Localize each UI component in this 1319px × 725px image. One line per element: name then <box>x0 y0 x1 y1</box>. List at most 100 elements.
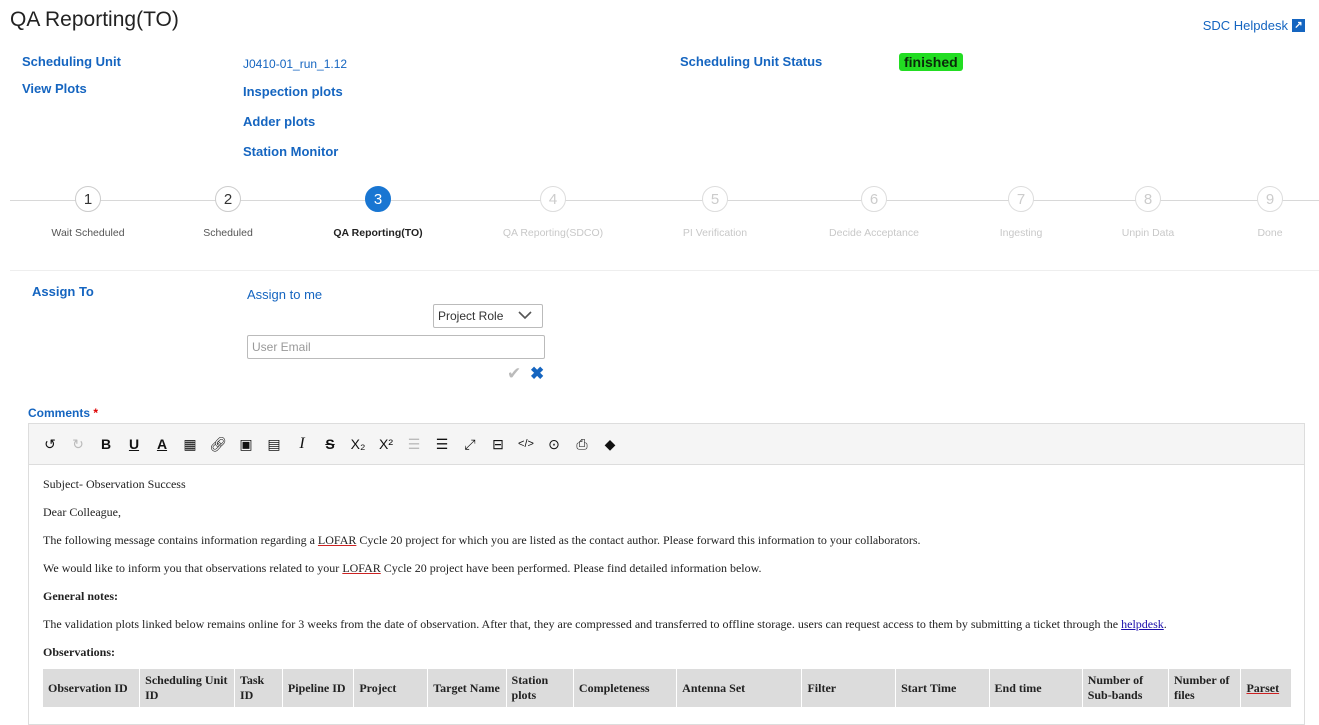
text-segment: Cycle 20 project for which you are liste… <box>356 533 921 547</box>
indent-icon[interactable]: ☰ <box>431 433 453 455</box>
column-header: Station plots <box>506 669 574 707</box>
column-header: Parset <box>1240 669 1292 707</box>
column-header: Completeness <box>573 669 678 707</box>
table-icon[interactable]: ▦ <box>179 433 201 455</box>
step-label: Scheduled <box>203 227 253 239</box>
undo-icon[interactable]: ↺ <box>39 433 61 455</box>
step-label: Done <box>1257 227 1283 239</box>
confirm-check-icon[interactable]: ✔ <box>507 364 521 384</box>
station-monitor-link[interactable]: Station Monitor <box>243 144 338 159</box>
column-header: Number of files <box>1168 669 1242 707</box>
general-notes-heading: General notes: <box>43 589 118 603</box>
step-wait-scheduled[interactable]: 1 Wait Scheduled <box>8 186 168 239</box>
step-label: Decide Acceptance <box>829 227 919 239</box>
text-segment: We would like to inform you that observa… <box>43 561 343 575</box>
table-header-row: Observation ID Scheduling Unit ID Task I… <box>43 669 1292 707</box>
link-icon[interactable]: 🔗︎ <box>207 433 229 455</box>
text-segment: LOFAR <box>342 561 381 575</box>
chevron-down-icon <box>518 308 532 325</box>
project-role-select[interactable]: Project Role <box>433 304 543 328</box>
column-header: Task ID <box>234 669 283 707</box>
italic-icon[interactable]: I <box>291 433 313 455</box>
parset-header: Parset <box>1246 680 1280 695</box>
external-link-icon[interactable]: ↗ <box>1292 19 1305 32</box>
step-number: 7 <box>1008 186 1034 212</box>
step-number: 2 <box>215 186 241 212</box>
code-view-icon[interactable]: </> <box>515 433 537 455</box>
divider <box>10 270 1319 271</box>
step-number: 9 <box>1257 186 1283 212</box>
step-qa-reporting-sdco[interactable]: 4 QA Reporting(SDCO) <box>473 186 633 239</box>
comments-editor[interactable]: Subject- Observation Success Dear Collea… <box>28 465 1305 725</box>
preview-icon[interactable]: ⊙ <box>543 433 565 455</box>
email-subject: Subject- Observation Success <box>43 477 186 491</box>
step-number: 4 <box>540 186 566 212</box>
cancel-x-icon[interactable]: ✖ <box>530 364 544 384</box>
step-label: QA Reporting(SDCO) <box>502 227 604 239</box>
scheduling-unit-status-label: Scheduling Unit Status <box>680 54 823 69</box>
email-paragraph-3: The validation plots linked below remain… <box>43 615 1290 633</box>
column-header: Pipeline ID <box>282 669 355 707</box>
print-icon[interactable]: ⎙ <box>571 433 593 455</box>
comments-label: Comments * <box>28 406 98 420</box>
bold-icon[interactable]: B <box>95 433 117 455</box>
observations-table: Observation ID Scheduling Unit ID Task I… <box>43 669 1292 707</box>
view-plots-label: View Plots <box>22 81 87 96</box>
column-header: Number of Sub-bands <box>1082 669 1170 707</box>
remove-format-icon[interactable]: ◆ <box>599 433 621 455</box>
helpdesk-label[interactable]: SDC Helpdesk <box>1203 18 1288 33</box>
step-done[interactable]: 9 Done <box>1190 186 1319 239</box>
show-blocks-icon[interactable]: ⊟ <box>487 433 509 455</box>
text-segment: Cycle 20 project have been performed. Pl… <box>380 561 762 575</box>
step-pi-verification[interactable]: 5 PI Verification <box>635 186 795 239</box>
superscript-icon[interactable]: X² <box>375 433 397 455</box>
column-header: Antenna Set <box>676 669 803 707</box>
email-paragraph-1: The following message contains informati… <box>43 531 1290 549</box>
step-scheduled[interactable]: 2 Scheduled <box>148 186 308 239</box>
helpdesk-link[interactable]: helpdesk <box>1121 617 1164 631</box>
subscript-icon[interactable]: X₂ <box>347 433 369 455</box>
step-qa-reporting-to[interactable]: 3 QA Reporting(TO) <box>298 186 458 239</box>
column-header: Start Time <box>895 669 990 707</box>
column-header: Observation ID <box>43 669 141 707</box>
step-number: 5 <box>702 186 728 212</box>
step-label: QA Reporting(TO) <box>333 227 423 239</box>
required-marker: * <box>93 406 99 420</box>
text-segment: . <box>1163 617 1167 631</box>
user-email-input[interactable] <box>247 335 545 359</box>
assign-to-label: Assign To <box>32 284 94 299</box>
image-icon[interactable]: ▣ <box>235 433 257 455</box>
step-number: 3 <box>365 186 391 212</box>
project-role-value: Project Role <box>438 309 504 323</box>
text-segment: The validation plots linked below remain… <box>43 617 1122 631</box>
step-number: 6 <box>861 186 887 212</box>
inspection-plots-link[interactable]: Inspection plots <box>243 84 343 99</box>
strikethrough-icon[interactable]: S <box>319 433 341 455</box>
adder-plots-link[interactable]: Adder plots <box>243 114 315 129</box>
observations-heading: Observations: <box>43 645 115 659</box>
email-greeting: Dear Colleague, <box>43 505 121 519</box>
fullscreen-icon[interactable]: ⤢ <box>459 433 481 455</box>
font-color-icon[interactable]: A <box>151 433 173 455</box>
email-paragraph-2: We would like to inform you that observa… <box>43 559 1290 577</box>
step-decide-acceptance[interactable]: 6 Decide Acceptance <box>794 186 954 239</box>
outdent-icon[interactable]: ☰ <box>403 433 425 455</box>
column-header: Filter <box>801 669 897 707</box>
redo-icon[interactable]: ↻ <box>67 433 89 455</box>
workflow-stepper: 1 Wait Scheduled 2 Scheduled 3 QA Report… <box>0 186 1319 246</box>
scheduling-unit-link[interactable]: J0410-01_run_1.12 <box>243 57 347 71</box>
underline-icon[interactable]: U <box>123 433 145 455</box>
comments-label-text: Comments <box>28 406 91 420</box>
editor-toolbar: ↺ ↻ B U A ▦ 🔗︎ ▣ ▤ I S X₂ X² ☰ ☰ ⤢ ⊟ </>… <box>28 423 1305 465</box>
step-number: 1 <box>75 186 101 212</box>
text-segment: LOFAR <box>317 533 357 547</box>
column-header: End time <box>989 669 1083 707</box>
page-title: QA Reporting(TO) <box>10 8 179 31</box>
column-header: Project <box>353 669 429 707</box>
scheduling-unit-label: Scheduling Unit <box>22 54 121 69</box>
sdc-helpdesk-link[interactable]: SDC Helpdesk ↗ <box>1203 18 1305 33</box>
assign-to-me-link[interactable]: Assign to me <box>247 287 322 302</box>
text-segment: The following message contains informati… <box>43 533 318 547</box>
video-icon[interactable]: ▤ <box>263 433 285 455</box>
step-label: Wait Scheduled <box>51 227 125 239</box>
